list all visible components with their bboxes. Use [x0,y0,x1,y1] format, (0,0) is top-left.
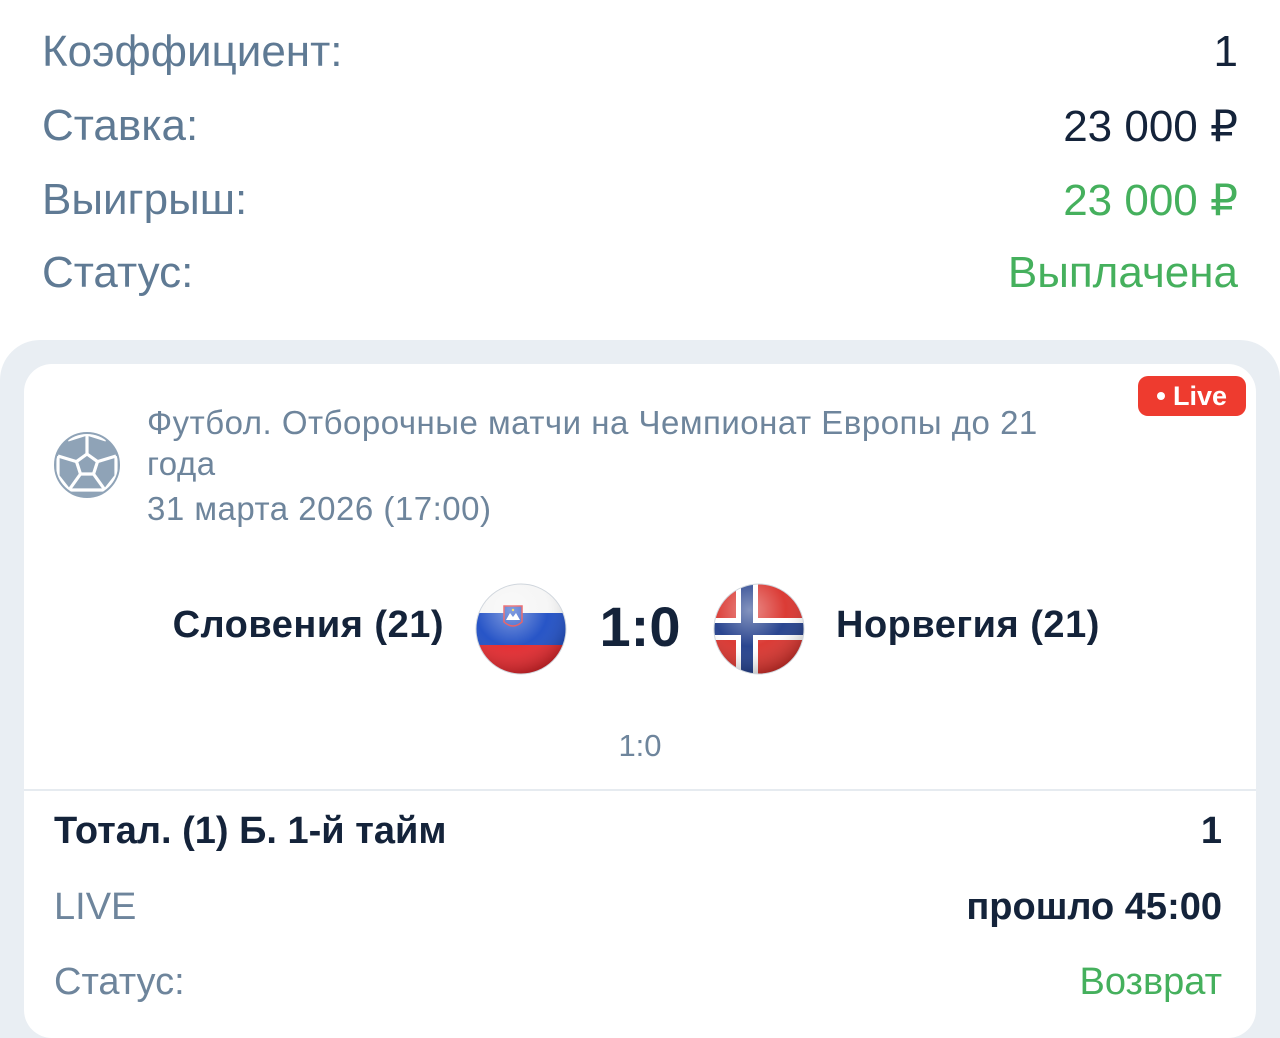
event-date: 31 марта 2026 (17:00) [147,490,492,527]
tournament-title: Футбол. Отборочные матчи на Чемпионат Ев… [147,404,1038,482]
bet-mode: LIVE [54,885,137,928]
bet-status-value: Возврат [1079,960,1223,1003]
status-row: Статус: Выплачена [42,243,1238,303]
bet-mode-row: LIVE прошло 45:00 [54,882,1222,932]
status-value: Выплачена [1007,248,1238,297]
coef-label: Коэффициент: [42,27,343,76]
live-dot-icon [1156,392,1165,400]
period-score: 1:0 [618,728,662,763]
bet-market-row: Тотал. (1) Б. 1-й тайм 1 [54,806,1222,856]
live-badge-label: Live [1172,380,1228,411]
bet-odds: 1 [1200,809,1222,852]
win-value: 23 000 ₽ [1063,175,1238,225]
bet-status-label: Статус: [54,960,185,1003]
live-badge: Live [1138,376,1246,416]
status-label: Статус: [42,248,194,297]
team1-name: Словения (21) [172,604,444,646]
divider [24,789,1256,791]
win-row: Выигрыш: 23 000 ₽ [42,170,1238,230]
stake-row: Ставка: 23 000 ₽ [42,96,1238,156]
stake-value: 23 000 ₽ [1063,101,1238,151]
slovenia-flag-icon [475,583,567,675]
soccer-ball-icon [54,432,120,498]
coef-row: Коэффициент: 1 [42,22,1238,82]
bet-status-row: Статус: Возврат [54,957,1222,1007]
norway-flag-icon [713,583,805,675]
win-label: Выигрыш: [42,175,248,224]
coef-value: 1 [1213,27,1238,76]
bet-summary: Коэффициент: 1 Ставка: 23 000 ₽ Выигрыш:… [0,0,1280,340]
bet-elapsed: прошло 45:00 [966,885,1222,928]
stake-label: Ставка: [42,101,199,150]
main-score: 1:0 [599,595,681,658]
team2-name: Норвегия (21) [836,604,1100,646]
bet-market: Тотал. (1) Б. 1-й тайм [54,809,447,852]
